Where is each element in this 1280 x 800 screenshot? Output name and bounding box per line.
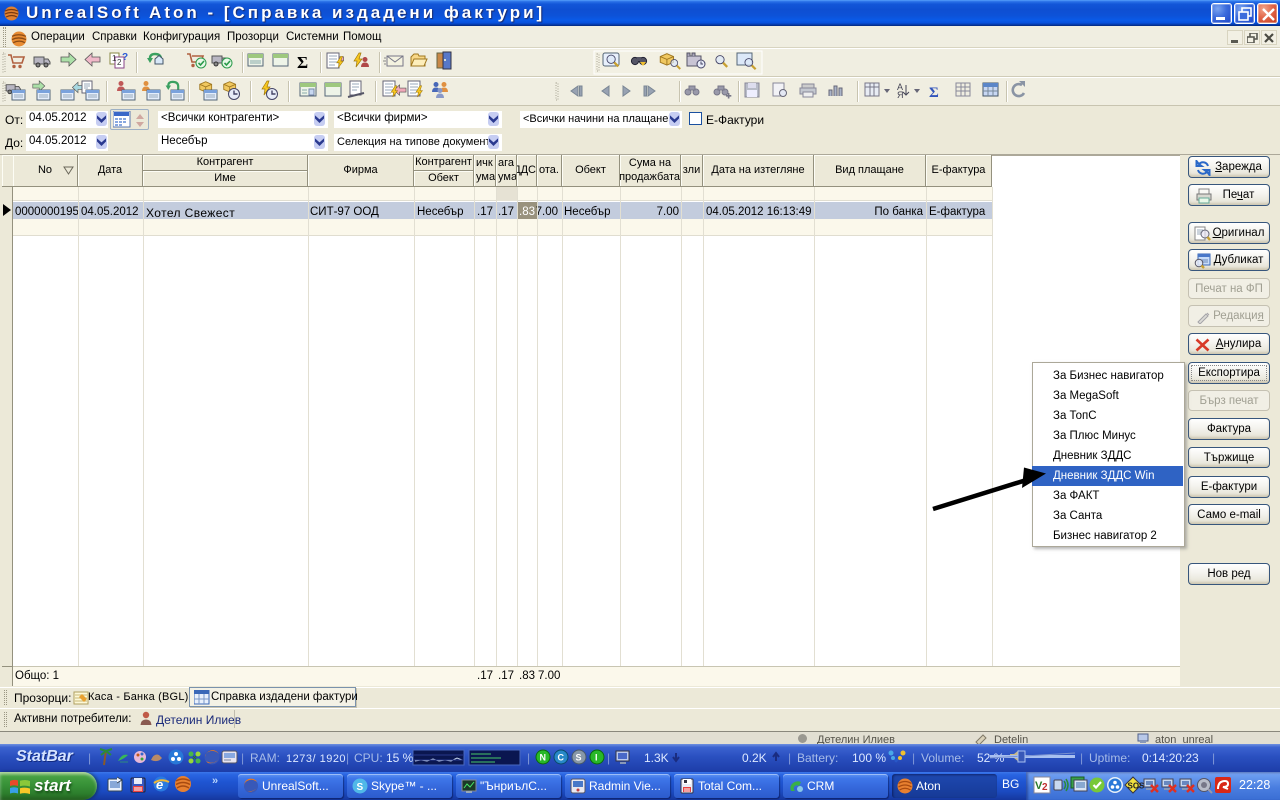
svg-text:|: | <box>1080 751 1083 765</box>
svg-text:0.2K: 0.2K <box>742 751 767 765</box>
svg-text:Σ: Σ <box>929 85 939 101</box>
svg-text:+: + <box>726 91 731 101</box>
svg-text:|: | <box>241 751 244 765</box>
svg-text:1.3K: 1.3K <box>644 751 669 765</box>
svg-text:Uptime:: Uptime: <box>1089 751 1130 765</box>
svg-text:1273/ 1920: 1273/ 1920 <box>286 753 346 765</box>
svg-text:0:14:20:23: 0:14:20:23 <box>1142 751 1199 765</box>
svg-text:|: | <box>346 751 349 765</box>
svg-text:?: ? <box>122 52 128 63</box>
svg-text:Battery:: Battery: <box>797 751 838 765</box>
svg-text:|: | <box>912 751 915 765</box>
svg-text:Я: Я <box>897 90 904 100</box>
svg-text:|: | <box>607 751 610 765</box>
svg-text:Volume:: Volume: <box>921 751 964 765</box>
svg-text:RAM:: RAM: <box>250 751 280 765</box>
svg-text:I: I <box>595 753 598 763</box>
svg-text:|: | <box>88 751 91 765</box>
svg-text:»: » <box>212 775 218 787</box>
svg-text:N: N <box>540 753 547 763</box>
svg-text:S: S <box>357 782 364 793</box>
svg-text:CPU:: CPU: <box>354 751 383 765</box>
svg-text:Σ: Σ <box>297 53 308 72</box>
svg-text:C: C <box>558 753 565 763</box>
svg-text:2: 2 <box>1042 782 1048 793</box>
svg-text:|: | <box>788 751 791 765</box>
svg-text:S: S <box>576 753 582 763</box>
svg-text:|: | <box>527 751 530 765</box>
svg-text:|: | <box>1212 751 1215 765</box>
svg-text:100 %: 100 % <box>852 751 886 765</box>
svg-text:SOS: SOS <box>1128 782 1146 791</box>
svg-text:15 %: 15 % <box>386 751 414 765</box>
